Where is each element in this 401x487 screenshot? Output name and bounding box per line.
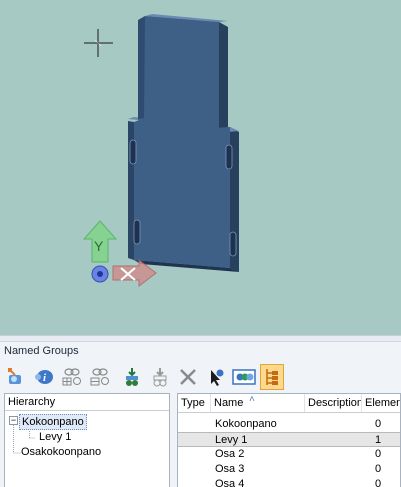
hierarchy-icon[interactable] — [260, 364, 284, 390]
row-elements: 0 — [375, 418, 382, 430]
row-name: Kokoonpano — [215, 418, 277, 430]
table-header: Type Name ˄ Description Element — [178, 394, 400, 413]
tree-item-levy-1[interactable]: Levy 1 — [39, 430, 71, 444]
table-row[interactable]: Kokoonpano 0 — [178, 417, 400, 432]
row-elements: 0 — [375, 463, 382, 475]
column-header-name[interactable]: Name ˄ — [211, 394, 305, 412]
column-header-name-label: Name — [214, 397, 244, 409]
row-name: Levy 1 — [215, 434, 248, 446]
row-name: Osa 4 — [215, 478, 245, 487]
table-row[interactable]: Osa 2 0 — [178, 447, 400, 462]
row-name: Osa 2 — [215, 448, 245, 460]
plate-part[interactable] — [128, 14, 239, 272]
display-icon[interactable] — [232, 364, 256, 390]
add-group-icon[interactable] — [4, 364, 28, 390]
axis-y-label: Y — [94, 238, 104, 254]
sort-ascending-icon: ˄ — [249, 394, 255, 405]
group-elements-icon[interactable] — [60, 364, 84, 390]
hierarchy-pane: Hierarchy − Kokoonpano Levy 1 Osakokoonp… — [4, 393, 170, 487]
hierarchy-header: Hierarchy — [5, 394, 169, 411]
named-groups-panel: Named Groups i Hierarchy − Kokoonpano Le… — [0, 341, 401, 487]
panel-title: Named Groups — [4, 345, 79, 357]
row-elements: 1 — [375, 434, 382, 446]
table-row[interactable]: Osa 4 0 — [178, 477, 400, 487]
row-elements: 0 — [375, 478, 382, 487]
add-to-group-icon[interactable] — [120, 364, 144, 390]
row-name: Osa 3 — [215, 463, 245, 475]
column-header-description[interactable]: Description — [305, 394, 362, 412]
named-groups-toolbar: i — [4, 364, 397, 392]
table-row[interactable]: Osa 3 0 — [178, 462, 400, 477]
remove-from-group-icon[interactable] — [148, 364, 172, 390]
application-window: Y Named Groups i Hierarchy − Kokoonpano … — [0, 0, 401, 487]
crosshair-cursor-icon — [84, 29, 113, 57]
tree-item-kokoonpano[interactable]: Kokoonpano — [19, 414, 87, 430]
groups-table: Type Name ˄ Description Element Kokoonpa… — [177, 393, 401, 487]
tree-expander-kokoonpano[interactable]: − — [9, 416, 18, 425]
row-elements: 0 — [375, 448, 382, 460]
ungroup-elements-icon[interactable] — [88, 364, 112, 390]
info-icon[interactable]: i — [32, 364, 56, 390]
select-icon[interactable] — [204, 364, 228, 390]
column-header-elements[interactable]: Element — [362, 394, 400, 412]
table-row-selected[interactable]: Levy 1 1 — [178, 432, 400, 447]
tree-item-osakokoonpano[interactable]: Osakokoonpano — [21, 445, 101, 459]
delete-icon[interactable] — [176, 364, 200, 390]
3d-viewport[interactable]: Y — [0, 0, 401, 335]
viewport-canvas[interactable]: Y — [0, 0, 401, 335]
column-header-type[interactable]: Type — [178, 394, 211, 412]
